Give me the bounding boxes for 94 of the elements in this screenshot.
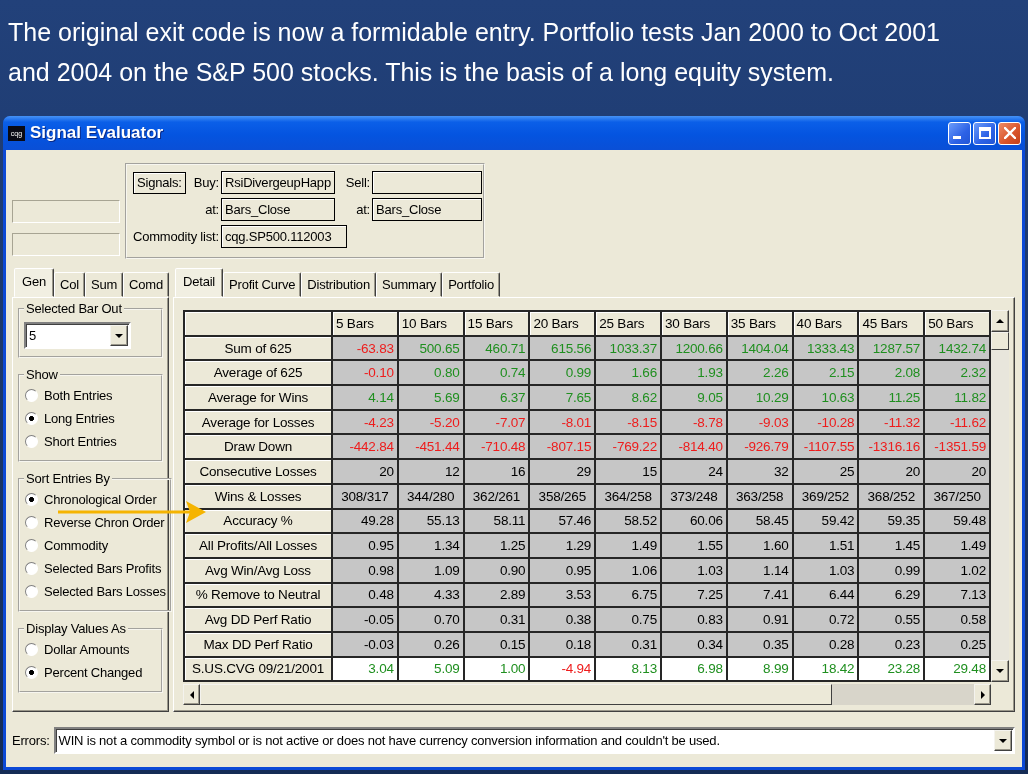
scrollbar-thumb[interactable] [200,684,833,706]
column-header[interactable]: 45 Bars [858,311,925,336]
radio-button[interactable] [25,516,38,529]
field-label: Buy: [193,175,219,190]
vertical-scrollbar[interactable] [991,310,1009,683]
radio-button[interactable] [25,643,38,656]
tab[interactable]: Sum [84,272,124,297]
dropdown-button[interactable] [994,730,1012,751]
radio-button[interactable] [25,412,38,425]
tab[interactable]: Profit Curve [223,272,302,297]
tab[interactable]: Gen [14,268,54,297]
maximize-icon [978,127,991,139]
group-title: Display Values As [25,621,127,636]
option-label[interactable]: Selected Bars Losses [44,584,166,599]
caret-down-icon [115,333,123,338]
close-button[interactable] [998,121,1021,145]
scroll-left-button[interactable] [183,684,200,706]
option-label[interactable]: Both Entries [44,388,113,403]
maximize-button[interactable] [973,121,996,145]
text-field[interactable] [372,171,482,194]
slide-heading: The original exit code is now a formidable entry. Portfolio tests Jan 2000 to Oct 2001 and 2004 on the S&P 500 stocks. This is the basis of a long equity system. [7,17,941,88]
caret-up-icon [996,319,1004,323]
field-label: Commodity list: [133,229,219,244]
group-title: Selected Bar Out [25,301,123,316]
option-label[interactable]: Chronological Order [44,492,157,507]
column-header[interactable]: 35 Bars [726,311,793,336]
row-header: Wins & Losses [184,483,332,509]
group-title: Sort Entries By [25,471,111,486]
field-label: Sell: [345,175,370,190]
row-header: Average for Wins [184,385,332,410]
column-header[interactable]: 5 Bars [332,311,398,336]
column-header[interactable]: 20 Bars [529,311,596,336]
column-header[interactable]: 40 Bars [792,311,859,336]
scroll-right-button[interactable] [974,684,991,706]
radio-button[interactable] [25,585,38,598]
radio-button[interactable] [25,435,38,448]
column-header[interactable]: 30 Bars [661,311,727,336]
horizontal-scrollbar[interactable] [183,684,991,706]
group-title: Show [25,367,59,382]
errors-label: Errors: [12,733,50,748]
tab[interactable]: Col [54,272,85,297]
bar-out-dropdown[interactable]: 5 [24,322,131,349]
caret-down-icon [996,669,1004,674]
radio-button[interactable] [25,666,38,679]
radio-button[interactable] [25,389,38,402]
minimize-icon [953,136,961,139]
option-label[interactable]: Long Entries [44,411,115,426]
radio-button[interactable] [25,562,38,575]
row-header: S.US.CVG 09/21/2001 [184,656,332,682]
tab[interactable]: Comd [123,272,169,297]
option-label[interactable]: Dollar Amounts [44,642,130,657]
tab[interactable]: Portfolio [442,272,501,297]
row-header: Avg Win/Avg Loss [184,557,332,583]
scroll-up-button[interactable] [991,310,1009,332]
caret-down-icon [999,738,1007,743]
text-field[interactable]: Bars_Close [372,198,482,221]
column-header[interactable]: 15 Bars [463,311,530,336]
column-header[interactable]: 10 Bars [397,311,464,336]
tab[interactable]: Distribution [301,272,376,297]
row-header: Average of 625 [184,360,332,386]
errors-dropdown[interactable]: WIN is not a commodity symbol or is not active or does not have currency conversion information and couldn't be used. [53,727,1015,754]
scrollbar-thumb[interactable] [991,332,1009,350]
radio-button[interactable] [25,493,38,506]
option-label[interactable]: Short Entries [44,434,117,449]
scroll-down-button[interactable] [991,660,1009,683]
field-label: at: [205,202,219,217]
column-header[interactable]: 50 Bars [924,311,990,336]
window-title: Signal Evaluator [30,123,165,143]
tab[interactable]: Summary [375,272,443,297]
caret-right-icon [980,690,985,699]
row-header: Average for Losses [184,409,332,435]
row-header: Draw Down [184,434,332,460]
column-header[interactable]: 25 Bars [595,311,661,336]
signals-label: Signals: [133,171,186,194]
row-header: Avg DD Perf Ratio [184,607,332,632]
radio-button[interactable] [25,539,38,552]
row-header: All Profits/All Losses [184,533,332,558]
minimize-button[interactable] [948,121,971,145]
text-field[interactable]: Bars_Close [221,198,335,221]
field-label: at: [356,202,370,217]
row-header: Consecutive Losses [184,459,332,484]
row-header: Sum of 625 [184,335,332,361]
caret-left-icon [189,690,194,699]
text-field[interactable]: RsiDivergeupHapp [221,171,335,194]
row-header: Max DD Perf Ratio [184,631,332,657]
close-icon [1003,127,1016,139]
option-label[interactable]: Percent Changed [44,665,143,680]
row-header: % Remove to Neutral [184,582,332,608]
option-label[interactable]: Commodity [44,538,108,553]
tab[interactable]: Detail [175,268,224,297]
text-field[interactable]: cqg.SP500.112003 [221,225,347,248]
dropdown-button[interactable] [110,325,128,346]
option-label[interactable]: Reverse Chron Order [44,515,165,530]
option-label[interactable]: Selected Bars Profits [44,561,162,576]
